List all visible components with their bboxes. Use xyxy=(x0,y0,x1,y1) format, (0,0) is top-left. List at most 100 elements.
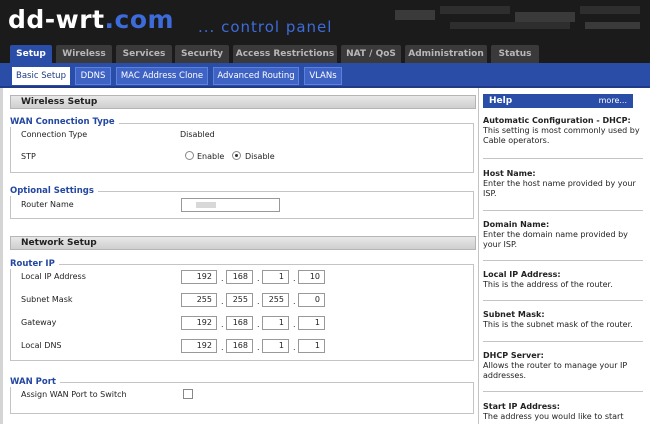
stp-enable-label: Enable xyxy=(197,152,225,161)
ip-dot: . xyxy=(221,274,224,283)
header-tagline: ... control panel xyxy=(198,18,333,36)
ip-dot: . xyxy=(221,297,224,306)
subtab-advanced-routing[interactable]: Advanced Routing xyxy=(213,67,299,85)
tab-security[interactable]: Security xyxy=(175,45,229,63)
main-tab-bar: Setup Wireless Services Security Access … xyxy=(0,42,650,63)
gateway-octet-3[interactable]: 1 xyxy=(262,316,289,330)
section-title-wireless-setup: Wireless Setup xyxy=(10,95,476,109)
help-separator xyxy=(483,158,643,159)
ddwrt-logo[interactable]: dd-wrt .com xyxy=(8,5,174,35)
subnet-octet-3[interactable]: 255 xyxy=(262,293,289,307)
local-ip-octet-1[interactable]: 192 xyxy=(181,270,217,284)
help-separator xyxy=(483,260,643,261)
stp-label: STP xyxy=(21,152,36,161)
subtab-ddns[interactable]: DDNS xyxy=(75,67,111,85)
subtab-basic-setup[interactable]: Basic Setup xyxy=(12,67,70,85)
help-panel: Help more... Automatic Configuration - D… xyxy=(478,88,650,424)
ip-dot: . xyxy=(221,343,224,352)
ip-dot: . xyxy=(257,320,260,329)
stp-disable-radio[interactable] xyxy=(232,151,241,160)
left-border xyxy=(0,88,3,424)
tab-wireless[interactable]: Wireless xyxy=(56,45,112,63)
dns-octet-3[interactable]: 1 xyxy=(262,339,289,353)
stp-enable-radio[interactable] xyxy=(185,151,194,160)
help-separator xyxy=(483,210,643,211)
ip-dot: . xyxy=(221,320,224,329)
local-ip-octet-4[interactable]: 10 xyxy=(298,270,325,284)
help-item-title: Host Name: xyxy=(483,169,536,178)
dns-octet-1[interactable]: 192 xyxy=(181,339,217,353)
subnet-octet-1[interactable]: 255 xyxy=(181,293,217,307)
local-ip-octet-3[interactable]: 1 xyxy=(262,270,289,284)
help-item-title: DHCP Server: xyxy=(483,351,544,360)
local-dns-label: Local DNS xyxy=(21,341,62,350)
gateway-octet-4[interactable]: 1 xyxy=(298,316,325,330)
blurred-status xyxy=(440,6,510,14)
subtab-vlans[interactable]: VLANs xyxy=(304,67,342,85)
router-name-label: Router Name xyxy=(21,200,74,209)
local-ip-octet-2[interactable]: 168 xyxy=(226,270,253,284)
ip-dot: . xyxy=(293,297,296,306)
help-item-desc: Enter the host name provided by your ISP… xyxy=(483,179,636,198)
header: dd-wrt .com ... control panel xyxy=(0,0,650,42)
section-title-network-setup: Network Setup xyxy=(10,236,476,250)
help-item-desc: This is the address of the router. xyxy=(483,280,613,289)
tab-nat-qos[interactable]: NAT / QoS xyxy=(341,45,401,63)
help-item-desc: The address you would like to start xyxy=(483,412,624,421)
help-item-domain-name: Domain Name: Enter the domain name provi… xyxy=(483,219,643,250)
help-item-title: Subnet Mask: xyxy=(483,310,545,319)
legend-router-ip: Router IP xyxy=(10,259,59,269)
blurred-status xyxy=(580,6,640,14)
connection-type-label: Connection Type xyxy=(21,130,88,139)
dns-octet-4[interactable]: 1 xyxy=(298,339,325,353)
help-item-start-ip: Start IP Address: The address you would … xyxy=(483,401,643,422)
tab-access-restrictions[interactable]: Access Restrictions xyxy=(233,45,337,63)
help-item-title: Automatic Configuration - DHCP: xyxy=(483,116,631,125)
blurred-status xyxy=(395,10,435,20)
logo-tld: .com xyxy=(104,5,175,34)
help-item-dhcp: Automatic Configuration - DHCP: This set… xyxy=(483,115,643,146)
ip-dot: . xyxy=(293,320,296,329)
blurred-status xyxy=(450,22,570,29)
assign-wan-port-label: Assign WAN Port to Switch xyxy=(21,390,127,399)
help-item-desc: Enter the domain name provided by your I… xyxy=(483,230,628,249)
ip-dot: . xyxy=(257,297,260,306)
ip-dot: . xyxy=(257,274,260,283)
local-ip-label: Local IP Address xyxy=(21,272,86,281)
subnet-octet-2[interactable]: 255 xyxy=(226,293,253,307)
tab-administration[interactable]: Administration xyxy=(405,45,487,63)
dns-octet-2[interactable]: 168 xyxy=(226,339,253,353)
ip-dot: . xyxy=(257,343,260,352)
logo-text: dd-wrt xyxy=(8,5,105,34)
tab-status[interactable]: Status xyxy=(491,45,539,63)
help-item-local-ip: Local IP Address: This is the address of… xyxy=(483,269,643,290)
blurred-router-name xyxy=(196,202,216,208)
help-item-desc: Allows the router to manage your IP addr… xyxy=(483,361,628,380)
stp-disable-label: Disable xyxy=(245,152,275,161)
help-item-desc: This setting is most commonly used by Ca… xyxy=(483,126,640,145)
gateway-octet-2[interactable]: 168 xyxy=(226,316,253,330)
gateway-octet-1[interactable]: 192 xyxy=(181,316,217,330)
help-item-title: Domain Name: xyxy=(483,220,550,229)
help-item-host-name: Host Name: Enter the host name provided … xyxy=(483,168,643,199)
subnet-octet-4[interactable]: 0 xyxy=(298,293,325,307)
ip-dot: . xyxy=(293,274,296,283)
help-item-dhcp-server: DHCP Server: Allows the router to manage… xyxy=(483,350,643,381)
legend-optional-settings: Optional Settings xyxy=(10,186,98,196)
tab-setup[interactable]: Setup xyxy=(10,45,52,63)
ip-dot: . xyxy=(293,343,296,352)
help-more-link[interactable]: more... xyxy=(599,94,627,108)
subtab-mac-address-clone[interactable]: MAC Address Clone xyxy=(116,67,208,85)
blurred-status xyxy=(515,12,575,22)
tab-services[interactable]: Services xyxy=(116,45,172,63)
help-separator xyxy=(483,391,643,392)
help-item-title: Local IP Address: xyxy=(483,270,561,279)
help-title: Help xyxy=(489,96,513,106)
gateway-label: Gateway xyxy=(21,318,57,327)
subnet-mask-label: Subnet Mask xyxy=(21,295,73,304)
blurred-status xyxy=(585,22,640,29)
assign-wan-port-checkbox[interactable] xyxy=(183,389,193,399)
help-separator xyxy=(483,341,643,342)
legend-wan-port: WAN Port xyxy=(10,377,60,387)
help-item-subnet-mask: Subnet Mask: This is the subnet mask of … xyxy=(483,309,643,330)
